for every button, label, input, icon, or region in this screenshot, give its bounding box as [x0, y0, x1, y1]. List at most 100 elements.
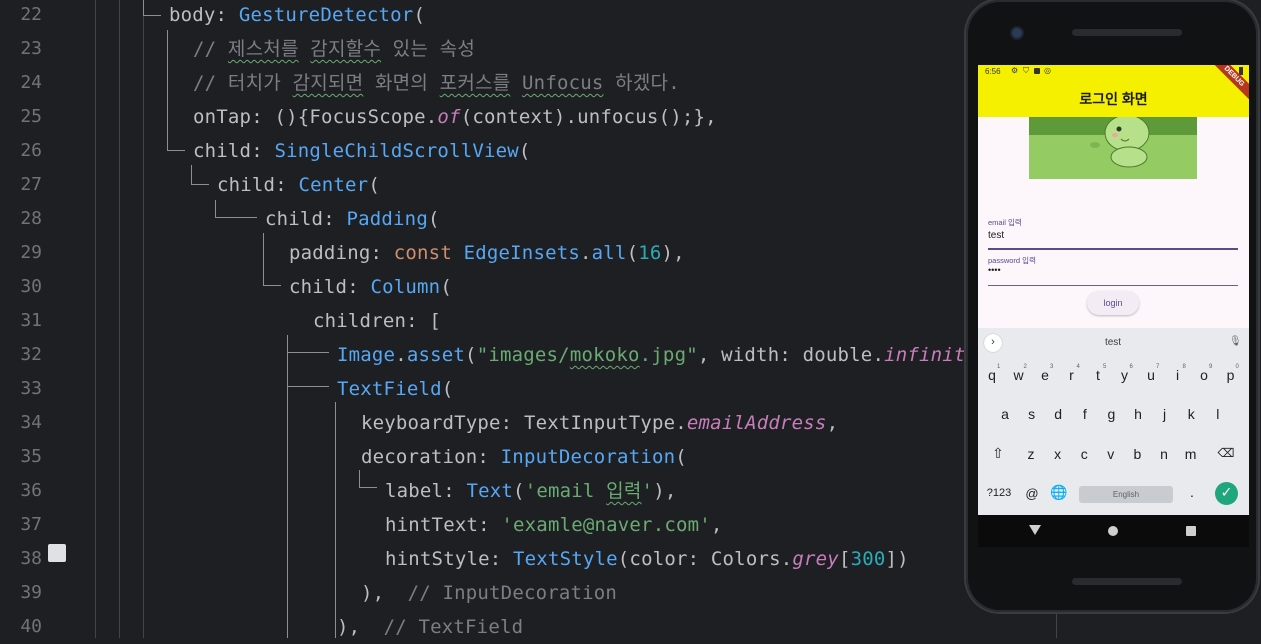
code-token: 있는 속성 — [381, 38, 476, 60]
code-token: 입력 — [606, 480, 642, 502]
code-line[interactable]: keyboardType: TextInputType.emailAddress… — [361, 406, 838, 440]
code-line[interactable]: child: Column( — [289, 270, 452, 304]
code-line[interactable]: ), // InputDecoration — [361, 576, 617, 610]
line-number: 34 — [20, 412, 42, 433]
bookmark-marker[interactable] — [48, 544, 66, 562]
tree-guide — [143, 0, 144, 15]
tree-guide — [359, 470, 360, 488]
tree-guide — [215, 200, 216, 218]
code-token: 'examle@naver.com' — [501, 514, 711, 536]
code-line[interactable]: TextField( — [337, 372, 453, 406]
key-a[interactable]: a — [994, 406, 1016, 422]
key-l[interactable]: l — [1207, 406, 1229, 422]
tree-guide — [191, 184, 209, 185]
tree-guide — [167, 30, 168, 150]
line-number: 39 — [20, 582, 42, 603]
globe-icon[interactable]: 🌐 — [1048, 484, 1070, 501]
key-hint: 6 — [1129, 364, 1133, 370]
home-icon[interactable] — [1108, 526, 1118, 536]
code-token: const — [393, 242, 464, 264]
code-line[interactable]: hintStyle: TextStyle(color: Colors.grey[… — [385, 542, 909, 576]
line-number: 22 — [20, 4, 42, 25]
code-token: body: — [169, 4, 239, 26]
symbols-key[interactable]: ?123 — [984, 487, 1014, 499]
code-token: ( — [518, 140, 531, 162]
mokoko-image — [1029, 117, 1197, 179]
lock-icon — [1034, 68, 1040, 74]
code-line[interactable]: label: Text('email 입력'), — [385, 474, 676, 508]
key-j[interactable]: j — [1154, 406, 1176, 422]
key-g[interactable]: g — [1100, 406, 1122, 422]
period-key[interactable]: . — [1181, 484, 1203, 500]
key-d[interactable]: d — [1047, 406, 1069, 422]
code-token: , — [826, 412, 839, 434]
code-token: "images/ — [476, 344, 570, 366]
code-token: padding: — [289, 242, 394, 264]
key-f[interactable]: f — [1074, 406, 1096, 422]
code-token: .jpg" — [639, 344, 698, 366]
code-token: InputDecoration — [500, 446, 676, 468]
tree-guide — [215, 217, 257, 218]
tree-guide — [359, 487, 377, 488]
login-button[interactable]: login — [1087, 291, 1139, 315]
space-key[interactable]: English — [1079, 486, 1173, 503]
code-token: SingleChildScrollView — [274, 140, 519, 162]
key-m[interactable]: m — [1180, 446, 1202, 462]
status-time: 6:56 — [985, 67, 1001, 76]
line-number: 27 — [20, 174, 42, 195]
tree-guide — [191, 165, 192, 185]
key-n[interactable]: n — [1153, 446, 1175, 462]
key-b[interactable]: b — [1126, 446, 1148, 462]
password-field[interactable]: •••• — [988, 265, 1001, 275]
code-token: . — [395, 344, 407, 366]
key-x[interactable]: x — [1047, 446, 1069, 462]
code-token: hintText: — [385, 514, 502, 536]
code-line[interactable]: child: Padding( — [265, 202, 440, 236]
enter-key[interactable]: ✓ — [1215, 482, 1238, 505]
key-k[interactable]: k — [1180, 406, 1202, 422]
line-number: 24 — [20, 72, 42, 93]
code-token: all — [591, 242, 627, 264]
line-number: 30 — [20, 276, 42, 297]
code-line[interactable]: body: GestureDetector( — [169, 0, 425, 32]
code-token: ( — [513, 480, 525, 502]
code-line[interactable]: children: [ — [313, 304, 441, 338]
at-key[interactable]: @ — [1021, 486, 1043, 501]
code-token: child: — [265, 208, 347, 230]
code-line[interactable]: hintText: 'examle@naver.com', — [385, 508, 723, 542]
code-line[interactable]: child: SingleChildScrollView( — [193, 134, 531, 168]
backspace-key[interactable]: ⌫ — [1215, 446, 1237, 460]
expand-suggestions-button[interactable]: › — [984, 334, 1002, 352]
code-line[interactable]: // 터치가 감지되면 화면의 포커스를 Unfocus 하겠다. — [193, 66, 680, 100]
suggestion-item[interactable]: test — [1088, 337, 1138, 348]
recents-icon[interactable] — [1186, 526, 1196, 536]
code-line[interactable]: // 제스처를 감지할수 있는 속성 — [193, 32, 475, 66]
key-z[interactable]: z — [1020, 446, 1042, 462]
key-hint: 4 — [1076, 364, 1080, 370]
code-line[interactable]: decoration: InputDecoration( — [361, 440, 687, 474]
code-line[interactable]: child: Center( — [217, 168, 380, 202]
phone-screen[interactable]: 6:56 ⚙ ⛉ ◎ 로그인 화면 DEBUG email 입력 test pa… — [978, 65, 1249, 515]
email-field[interactable]: test — [988, 230, 1004, 241]
line-number: 38 — [20, 548, 42, 569]
code-line[interactable]: padding: const EdgeInsets.all(16), — [289, 236, 685, 270]
key-s[interactable]: s — [1021, 406, 1043, 422]
tree-guide — [287, 386, 329, 387]
soft-keyboard[interactable]: › test 🎙 q1w2e3r4t5y6u7i8o9p0 asdfghjkl … — [978, 328, 1249, 515]
key-hint: 5 — [1103, 364, 1107, 370]
code-line[interactable]: onTap: (){FocusScope.of(context).unfocus… — [193, 100, 717, 134]
key-h[interactable]: h — [1127, 406, 1149, 422]
code-token: emailAddress — [686, 412, 827, 434]
key-v[interactable]: v — [1100, 446, 1122, 462]
code-token: ]) — [885, 548, 909, 570]
code-token: (color: Colors. — [617, 548, 793, 570]
line-number: 31 — [20, 310, 42, 331]
code-line[interactable]: Image.asset("images/mokoko.jpg", width: … — [337, 338, 977, 372]
back-icon[interactable] — [1029, 525, 1041, 535]
code-token: 300 — [850, 548, 886, 570]
shift-key[interactable]: ⇧ — [987, 445, 1009, 462]
tree-guide — [263, 285, 281, 286]
code-line[interactable]: ), // TextField — [337, 610, 523, 644]
key-c[interactable]: c — [1073, 446, 1095, 462]
mic-off-icon[interactable]: 🎙 — [1229, 336, 1242, 347]
